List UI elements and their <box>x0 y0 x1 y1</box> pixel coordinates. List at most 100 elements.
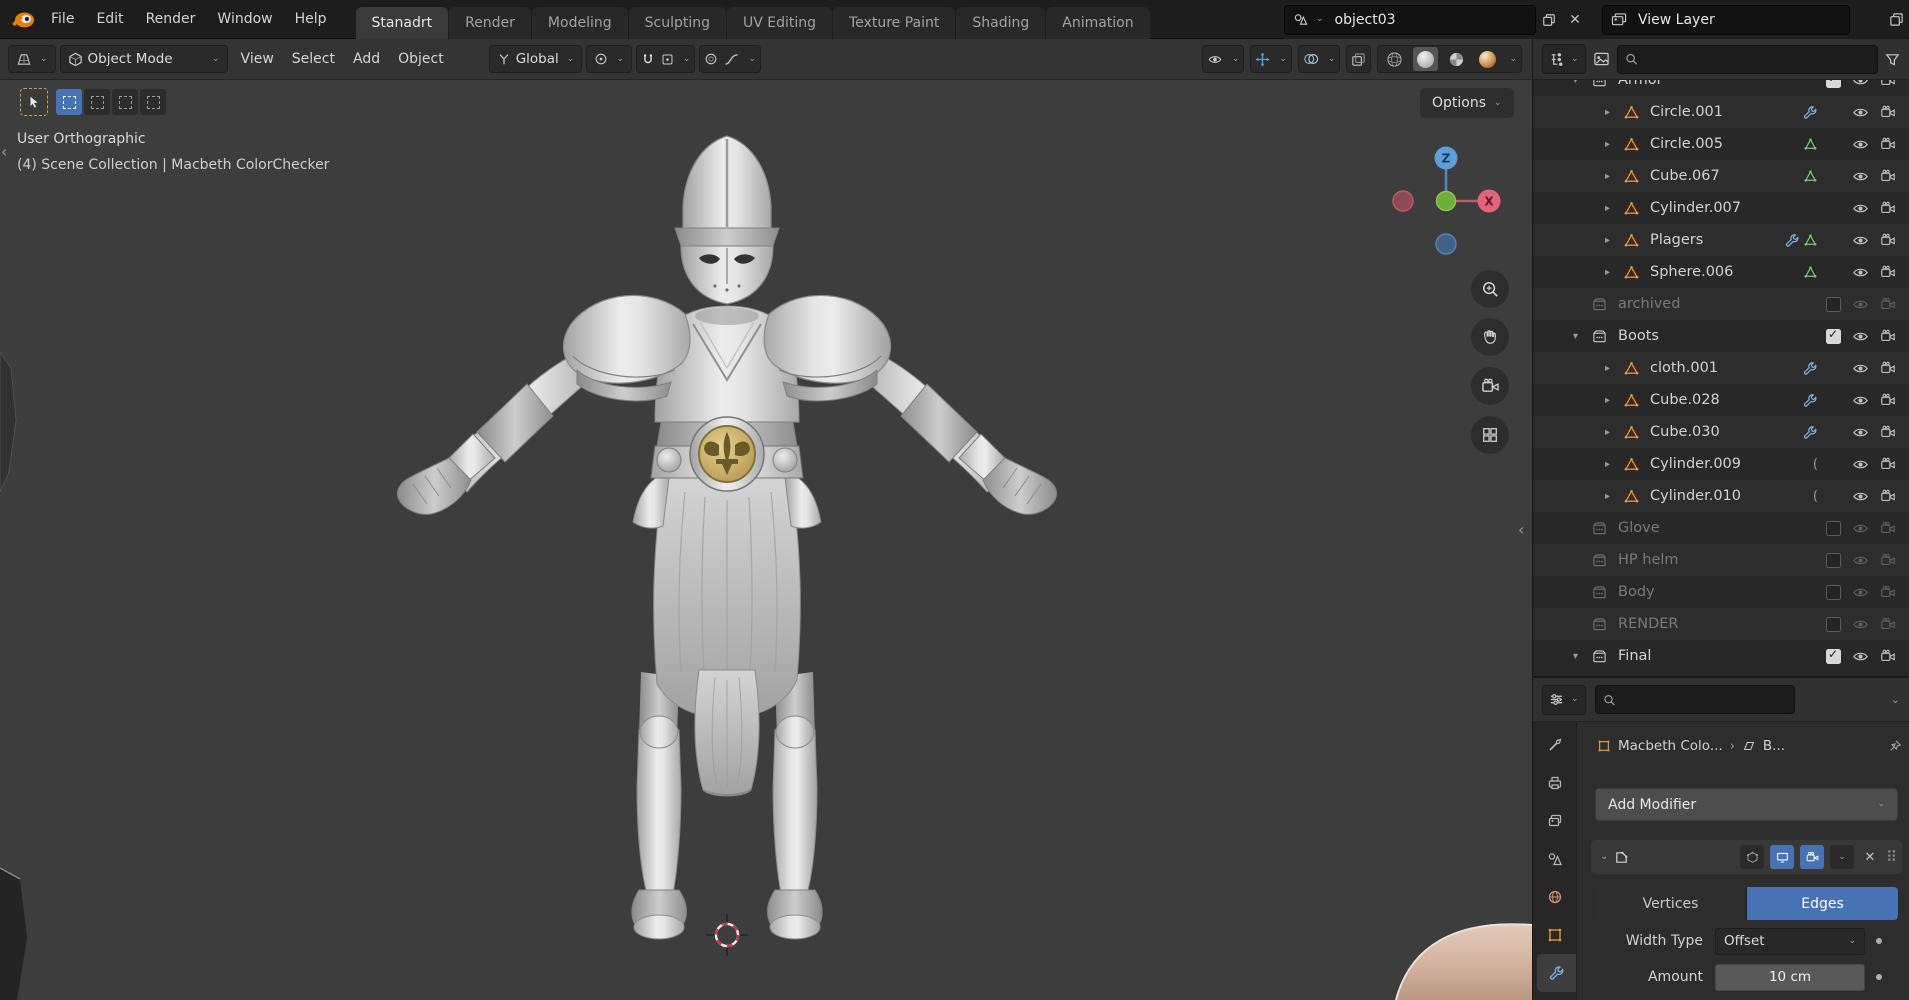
row-label[interactable]: Circle.005 <box>1650 136 1723 152</box>
expand-arrow-icon[interactable]: ▸ <box>1605 363 1624 374</box>
camera-icon[interactable] <box>1874 80 1902 88</box>
row-label[interactable]: Cylinder.009 <box>1650 456 1741 472</box>
outliner-row[interactable]: ▸ Circle.001 <box>1533 96 1909 128</box>
workspace-tab-modeling[interactable]: Modeling <box>532 7 628 39</box>
properties-tab-modifiers[interactable] <box>1537 954 1576 992</box>
collection-checkbox[interactable] <box>1826 617 1841 632</box>
outliner-row[interactable]: ▸ Cube.067 <box>1533 160 1909 192</box>
phys-icon[interactable] <box>1803 265 1818 280</box>
outliner-row[interactable]: ▸ Cylinder.010 ( <box>1533 480 1909 512</box>
row-label[interactable]: archived <box>1618 296 1680 312</box>
outliner-row[interactable]: ▸ Plagers <box>1533 224 1909 256</box>
select-mode-subtract-button[interactable] <box>112 89 138 115</box>
shading-solid-button[interactable] <box>1413 47 1438 71</box>
outliner-row[interactable]: ▾ Final <box>1533 640 1909 672</box>
properties-tab-object[interactable] <box>1533 916 1576 954</box>
select-box-tool-button[interactable] <box>20 88 48 116</box>
eye-icon[interactable] <box>1846 488 1874 505</box>
modifier-realtime-toggle[interactable] <box>1770 845 1794 869</box>
collapse-arrow-icon[interactable]: ⌄ <box>1600 852 1608 862</box>
eye-icon[interactable] <box>1846 232 1874 249</box>
display-mode-icon[interactable] <box>1593 51 1610 67</box>
workspace-tab-render[interactable]: Render <box>449 7 531 39</box>
shading-rendered-button[interactable] <box>1475 47 1500 71</box>
xray-toggle[interactable] <box>1346 45 1371 73</box>
breadcrumb-data-name[interactable]: B... <box>1763 738 1785 754</box>
row-label[interactable]: Armor <box>1618 80 1663 88</box>
eye-icon[interactable] <box>1846 200 1874 217</box>
modifier-editmode-toggle[interactable] <box>1740 845 1764 869</box>
outliner-row[interactable]: ▾ Boots <box>1533 320 1909 352</box>
pan-hand-button[interactable] <box>1471 318 1509 356</box>
camera-icon[interactable] <box>1874 360 1902 376</box>
wrench-icon[interactable] <box>1803 393 1818 408</box>
properties-tab-world[interactable] <box>1533 878 1576 916</box>
outliner-row[interactable]: ▸ Cube.028 <box>1533 384 1909 416</box>
workspace-tab-sculpting[interactable]: Sculpting <box>629 7 726 39</box>
menu-help[interactable]: Help <box>284 11 338 27</box>
collection-checkbox[interactable] <box>1826 585 1841 600</box>
eye-icon[interactable] <box>1846 584 1874 601</box>
outliner-row[interactable]: ▸ Cube.030 <box>1533 416 1909 448</box>
properties-tab-scene[interactable] <box>1533 840 1576 878</box>
camera-icon[interactable] <box>1874 456 1902 472</box>
navigation-gizmo[interactable]: Z X <box>1386 141 1506 261</box>
camera-icon[interactable] <box>1874 232 1902 248</box>
filter-icon[interactable] <box>1885 52 1900 67</box>
outliner-row[interactable]: ▸ cloth.001 <box>1533 352 1909 384</box>
expand-arrow-icon[interactable]: ▾ <box>1573 651 1592 662</box>
outliner-row[interactable]: archived <box>1533 288 1909 320</box>
row-label[interactable]: Glove <box>1618 520 1660 536</box>
eye-icon[interactable] <box>1846 360 1874 377</box>
row-label[interactable]: Cube.067 <box>1650 168 1720 184</box>
eye-icon[interactable] <box>1846 80 1874 89</box>
outliner-search-input[interactable] <box>1643 51 1870 68</box>
row-label[interactable]: Final <box>1618 648 1651 664</box>
modifier-extras-dropdown[interactable]: ⌄ <box>1830 845 1854 869</box>
properties-search[interactable] <box>1595 685 1795 714</box>
select-mode-intersect-button[interactable] <box>140 89 166 115</box>
menu-select[interactable]: Select <box>283 39 344 79</box>
collection-checkbox[interactable] <box>1826 80 1841 88</box>
camera-icon[interactable] <box>1874 584 1902 600</box>
zoom-button[interactable] <box>1471 270 1509 308</box>
eye-icon[interactable] <box>1846 520 1874 537</box>
menu-edit[interactable]: Edit <box>85 11 134 27</box>
workspace-tab-texture-paint[interactable]: Texture Paint <box>833 7 955 39</box>
collection-checkbox[interactable] <box>1826 297 1841 312</box>
camera-view-button[interactable] <box>1471 367 1509 405</box>
amount-field[interactable]: 10 cm <box>1715 964 1865 991</box>
expand-arrow-icon[interactable]: ▸ <box>1605 491 1624 502</box>
collection-checkbox[interactable] <box>1826 329 1841 344</box>
modifier-header[interactable]: ⌄ ⌄ ✕ ⠿ <box>1591 840 1902 874</box>
animate-dot-icon[interactable] <box>1876 974 1882 980</box>
workspace-tab-animation[interactable]: Animation <box>1046 7 1149 39</box>
shading-wireframe-button[interactable] <box>1382 47 1407 71</box>
proportional-edit-icon[interactable] <box>704 52 718 66</box>
menu-render[interactable]: Render <box>135 11 207 27</box>
select-mode-set-button[interactable] <box>56 89 82 115</box>
sidebar-expand-arrow[interactable]: ‹ <box>1518 522 1524 538</box>
properties-editor-type-button[interactable]: ⌄ <box>1542 685 1586 715</box>
expand-arrow-icon[interactable]: ▸ <box>1605 171 1624 182</box>
paren-icon[interactable]: ( <box>1813 457 1818 472</box>
outliner-row[interactable]: ▸ Cylinder.007 <box>1533 192 1909 224</box>
menu-object[interactable]: Object <box>389 39 453 79</box>
wrench-icon[interactable] <box>1803 425 1818 440</box>
expand-arrow-icon[interactable]: ▸ <box>1605 395 1624 406</box>
phys-icon[interactable] <box>1803 169 1818 184</box>
camera-icon[interactable] <box>1874 200 1902 216</box>
phys-icon[interactable] <box>1803 137 1818 152</box>
affect-vertices-button[interactable]: Vertices <box>1595 887 1746 920</box>
knight-model[interactable] <box>375 132 1075 952</box>
gizmo-minus-x-axis[interactable] <box>1393 191 1413 211</box>
modifier-render-toggle[interactable] <box>1800 845 1824 869</box>
row-label[interactable]: RENDER <box>1618 616 1679 632</box>
menu-add[interactable]: Add <box>344 39 389 79</box>
width-type-dropdown[interactable]: Offset ⌄ <box>1715 928 1865 955</box>
row-label[interactable]: Body <box>1618 584 1655 600</box>
scene-selector[interactable]: ⌄ object03 <box>1284 5 1536 35</box>
phys-icon[interactable] <box>1803 233 1818 248</box>
pin-icon[interactable] <box>1888 739 1902 753</box>
expand-arrow-icon[interactable]: ▸ <box>1605 427 1624 438</box>
